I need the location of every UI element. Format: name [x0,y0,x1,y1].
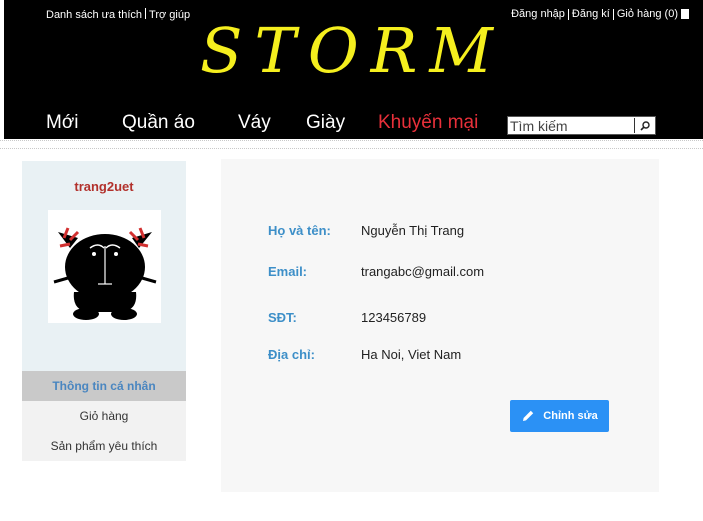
nav-item-new[interactable]: Mới [46,112,79,134]
pencil-icon [523,410,534,421]
phone-label: SĐT: [268,310,297,325]
sidebar-item-favorites[interactable]: Sản phẩm yêu thích [22,431,186,461]
divider-line [0,140,703,141]
nav-item-promotions[interactable]: Khuyến mại [378,112,478,134]
avatar [48,210,161,323]
email-value: trangabc@gmail.com [361,264,485,279]
top-links-right: Đăng nhập Đăng kí Giỏ hàng (0) [511,8,689,20]
username: trang2uet [74,179,134,194]
edit-button-label: Chỉnh sửa [543,410,598,422]
sidebar-item-profile[interactable]: Thông tin cá nhân [22,371,186,401]
login-link[interactable]: Đăng nhập [511,8,565,20]
divider-line [0,148,703,149]
sidebar-menu: Thông tin cá nhân Giỏ hàng Sản phẩm yêu … [22,371,186,461]
cart-link[interactable]: Giỏ hàng (0) [617,8,678,20]
search-input[interactable] [508,117,632,134]
search-box [507,116,656,135]
search-icon[interactable] [635,117,655,134]
nav-item-dresses[interactable]: Váy [238,112,271,134]
register-link[interactable]: Đăng kí [572,8,610,20]
cart-icon[interactable] [681,9,689,19]
email-label: Email: [268,264,308,279]
address-label: Địa chỉ: [268,347,315,362]
name-label: Họ và tên: [268,223,331,238]
divider [145,8,147,19]
profile-sidebar: trang2uet [22,161,186,371]
store-logo[interactable]: STORM [200,20,505,82]
favorites-link[interactable]: Danh sách ưa thích [46,9,142,21]
nav-item-shoes[interactable]: Giày [306,112,345,134]
address-value: Ha Noi, Viet Nam [361,347,462,362]
edit-profile-button[interactable]: Chỉnh sửa [510,400,609,432]
divider [612,8,614,20]
page: Danh sách ưa thích Trợ giúp Đăng nhập Đăng… [0,0,703,521]
phone-value: 123456789 [361,310,427,325]
nav-item-clothes[interactable]: Quần áo [122,112,195,134]
profile-panel: Họ và tên: Nguyễn Thị Trang Email: trang… [221,159,659,492]
name-value: Nguyễn Thị Trang [361,223,465,238]
sidebar-item-cart[interactable]: Giỏ hàng [22,401,186,431]
help-link[interactable]: Trợ giúp [149,9,190,21]
divider [567,8,569,20]
top-links-left: Danh sách ưa thích Trợ giúp [46,8,190,21]
